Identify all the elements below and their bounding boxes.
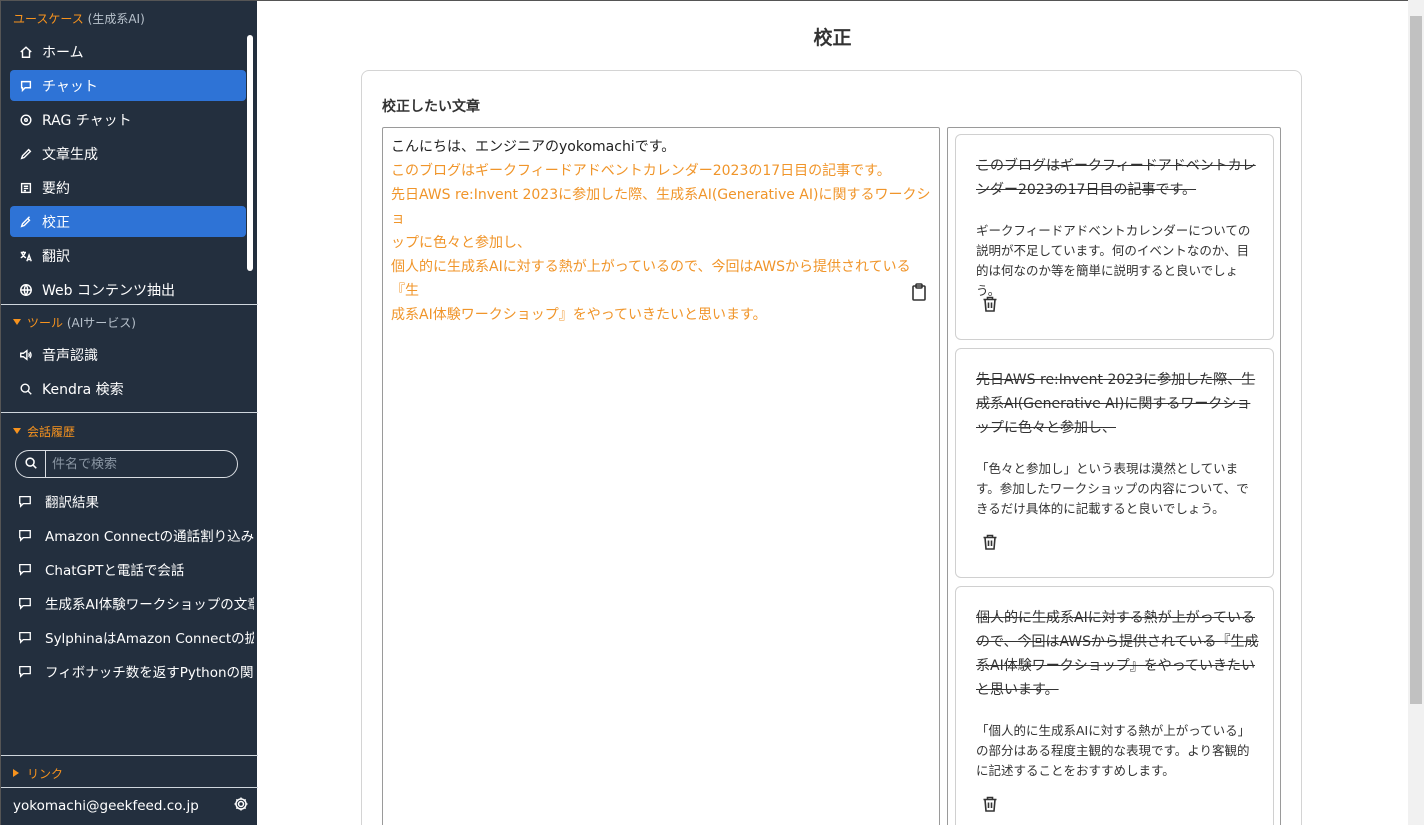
trash-icon[interactable] (981, 795, 999, 813)
comment-icon (19, 597, 31, 610)
editor-line-highlighted: 個人的に生成系AIに対する熱が上がっているので、今回はAWSから提供されている『… (391, 259, 911, 299)
links-section-header[interactable]: リンク (13, 765, 63, 782)
sidebar-item-translate[interactable]: 翻訳 (10, 240, 246, 271)
sidebar-item-text-generation[interactable]: 文章生成 (10, 138, 246, 169)
sidebar-divider (1, 304, 258, 305)
pencil-icon (19, 147, 33, 161)
correction-explanation: 「個人的に生成系AIに対する熱が上がっている」の部分はある程度主観的な表現です。… (976, 723, 1251, 778)
gear-icon[interactable] (233, 796, 249, 816)
sidebar-item-home[interactable]: ホーム (10, 36, 246, 67)
proofread-text-editor[interactable]: こんにちは、エンジニアのyokomachiです。 このブログはギークフィードアド… (382, 127, 940, 825)
sidebar-scrollbar[interactable] (247, 35, 253, 271)
history-search-input[interactable] (52, 456, 232, 472)
sidebar-item-speech-recognition[interactable]: 音声認識 (10, 339, 246, 370)
sidebar-item-chat[interactable]: チャット (10, 70, 246, 101)
tools-section-header[interactable]: ツール (AIサービス) (13, 314, 136, 331)
correction-explanation: 「色々と参加し」という表現は漠然としています。参加したワークショップの内容につい… (976, 461, 1249, 516)
history-item[interactable]: ChatGPTと電話で会話 (18, 557, 254, 581)
globe-icon (19, 283, 33, 297)
comment-icon (19, 563, 31, 576)
proofread-card: 校正したい文章 こんにちは、エンジニアのyokomachiです。 このブログはギ… (361, 70, 1302, 825)
window-scrollbar[interactable] (1408, 0, 1424, 825)
comment-icon (19, 529, 31, 542)
trash-icon[interactable] (981, 295, 999, 313)
app-window: ユースケース (生成系AI) ホーム チャット RAG チャット 文章生成 要約… (0, 0, 1424, 825)
comment-icon (19, 495, 31, 508)
input-label: 校正したい文章 (382, 99, 480, 115)
history-item[interactable]: 生成系AI体験ワークショップの文章 (18, 591, 254, 615)
editor-line-highlighted: 成系AI体験ワークショップ』をやっていきたいと思います。 (391, 307, 767, 323)
correction-card: 個人的に生成系AIに対する熱が上がっているので、今回はAWSから提供されている『… (955, 586, 1274, 825)
search-icon (24, 455, 38, 474)
user-row: yokomachi@geekfeed.co.jp (13, 796, 249, 816)
correction-card: 先日AWS re:Invent 2023に参加した際、生成系AI(Generat… (955, 348, 1274, 578)
history-item[interactable]: フィボナッチ数を返すPythonの関数 (18, 659, 254, 683)
history-item[interactable]: 翻訳結果 (18, 489, 254, 513)
correction-explanation: ギークフィードアドベントカレンダーについての説明が不足しています。何のイベントな… (976, 223, 1251, 298)
correction-original-text: このブログはギークフィードアドベントカレンダー2023の17日目の記事です。 (976, 158, 1256, 198)
rag-chat-icon (19, 113, 33, 127)
correction-original-text: 個人的に生成系AIに対する熱が上がっているので、今回はAWSから提供されている『… (976, 610, 1259, 698)
sidebar-item-web-extraction[interactable]: Web コンテンツ抽出 (10, 274, 246, 305)
caret-right-icon (13, 769, 19, 777)
sidebar-item-kendra-search[interactable]: Kendra 検索 (10, 373, 246, 404)
main-content: 校正 校正したい文章 こんにちは、エンジニアのyokomachiです。 このブロ… (257, 0, 1408, 825)
translate-icon (19, 249, 33, 263)
history-section-header[interactable]: 会話履歴 (13, 423, 75, 440)
history-search-box[interactable] (15, 450, 238, 478)
sidebar-divider (1, 787, 258, 788)
correction-card: このブログはギークフィードアドベントカレンダー2023の17日目の記事です。 ギ… (955, 134, 1274, 340)
correction-original-text: 先日AWS re:Invent 2023に参加した際、生成系AI(Generat… (976, 372, 1256, 436)
history-item[interactable]: Amazon Connectの通話割り込み (18, 523, 254, 547)
sidebar-divider (1, 412, 258, 413)
caret-down-icon (13, 428, 21, 434)
sidebar-divider (1, 755, 258, 756)
editor-line-highlighted: ップに色々と参加し、 (391, 235, 531, 251)
speaker-icon (19, 348, 33, 362)
clipboard-icon[interactable] (911, 283, 927, 301)
summary-icon (19, 181, 33, 195)
window-scrollbar-thumb[interactable] (1410, 16, 1422, 704)
user-email: yokomachi@geekfeed.co.jp (13, 798, 199, 814)
sidebar-item-proofread[interactable]: 校正 (10, 206, 246, 237)
page-title: 校正 (813, 27, 852, 49)
editor-line: こんにちは、エンジニアのyokomachiです。 (391, 139, 676, 155)
sidebar-item-summary[interactable]: 要約 (10, 172, 246, 203)
caret-down-icon (13, 319, 21, 325)
editor-line-highlighted: このブログはギークフィードアドベントカレンダー2023の17日目の記事です。 (391, 163, 891, 179)
editor-line-highlighted: 先日AWS re:Invent 2023に参加した際、生成系AI(Generat… (391, 187, 931, 227)
home-icon (19, 45, 33, 59)
search-icon (19, 382, 33, 396)
comment-icon (19, 631, 31, 644)
usecase-section-header: ユースケース (生成系AI) (13, 12, 145, 26)
comment-icon (19, 665, 31, 678)
proofread-icon (19, 215, 33, 229)
corrections-panel: このブログはギークフィードアドベントカレンダー2023の17日目の記事です。 ギ… (947, 127, 1281, 825)
sidebar: ユースケース (生成系AI) ホーム チャット RAG チャット 文章生成 要約… (0, 0, 258, 825)
trash-icon[interactable] (981, 533, 999, 551)
sidebar-item-rag-chat[interactable]: RAG チャット (10, 104, 246, 135)
search-separator (45, 451, 46, 477)
chat-icon (19, 79, 33, 93)
history-item[interactable]: SylphinaはAmazon Connectの拡 (18, 625, 254, 649)
